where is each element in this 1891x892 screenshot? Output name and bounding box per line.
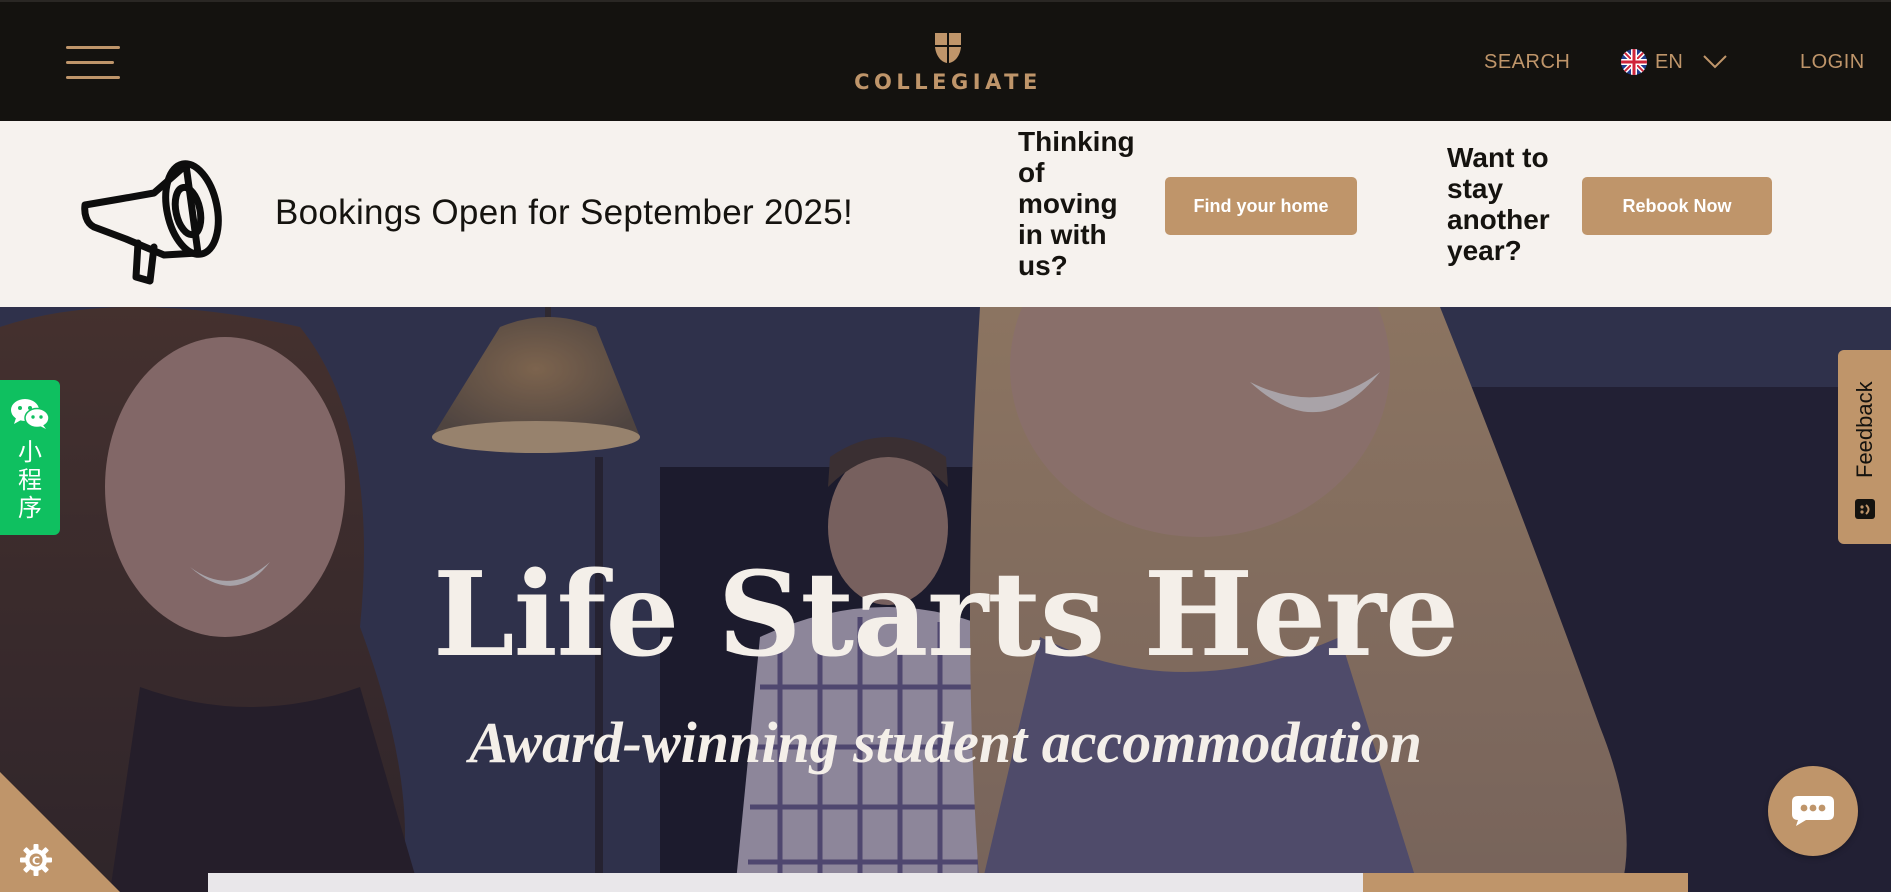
chat-button[interactable] (1768, 766, 1858, 856)
stay-another-year-question: Want to stay another year? (1447, 142, 1550, 266)
feedback-smile-icon (1855, 499, 1875, 519)
feedback-label: Feedback (1852, 381, 1877, 479)
shield-icon (935, 33, 961, 63)
hero-subtitle: Award-winning student accommodation (469, 710, 1422, 775)
hamburger-menu-icon[interactable] (66, 46, 120, 82)
logo-text: COLLEGIATE (854, 70, 1042, 94)
chevron-down-icon (1703, 55, 1727, 69)
hamburger-line (66, 61, 114, 64)
moving-in-question: Thinking of moving in with us? (1018, 126, 1135, 281)
wechat-label: 小程序 (18, 438, 42, 522)
search-bar[interactable] (208, 873, 1363, 892)
hero-title: Life Starts Here (433, 547, 1459, 683)
site-header: COLLEGIATE SEARCH EN LOGIN (0, 0, 1891, 121)
login-link[interactable]: LOGIN (1800, 51, 1865, 74)
chat-bubble-icon (1792, 796, 1834, 826)
hamburger-line (66, 46, 120, 49)
wechat-icon (11, 399, 50, 429)
cookie-settings-icon[interactable]: C (18, 842, 54, 878)
search-link[interactable]: SEARCH (1484, 51, 1570, 74)
svg-text:C: C (32, 855, 40, 868)
search-bar-button[interactable] (1363, 873, 1688, 892)
hero-section: Life Starts Here Award-winning student a… (0, 307, 1891, 892)
feedback-tab[interactable]: Feedback (1838, 350, 1891, 544)
wechat-mini-program-button[interactable]: 小程序 (0, 380, 60, 535)
megaphone-icon (81, 160, 222, 285)
uk-flag-icon (1621, 49, 1647, 75)
announcement-band: Bookings Open for September 2025! Thinki… (0, 121, 1891, 307)
language-selector[interactable]: EN (1621, 49, 1727, 75)
hamburger-line (66, 76, 120, 79)
find-your-home-button[interactable]: Find your home (1165, 177, 1357, 235)
language-code: EN (1655, 50, 1683, 73)
collegiate-logo[interactable]: COLLEGIATE (846, 32, 1050, 98)
rebook-now-button[interactable]: Rebook Now (1582, 177, 1772, 235)
announcement-text: Bookings Open for September 2025! (275, 193, 854, 232)
